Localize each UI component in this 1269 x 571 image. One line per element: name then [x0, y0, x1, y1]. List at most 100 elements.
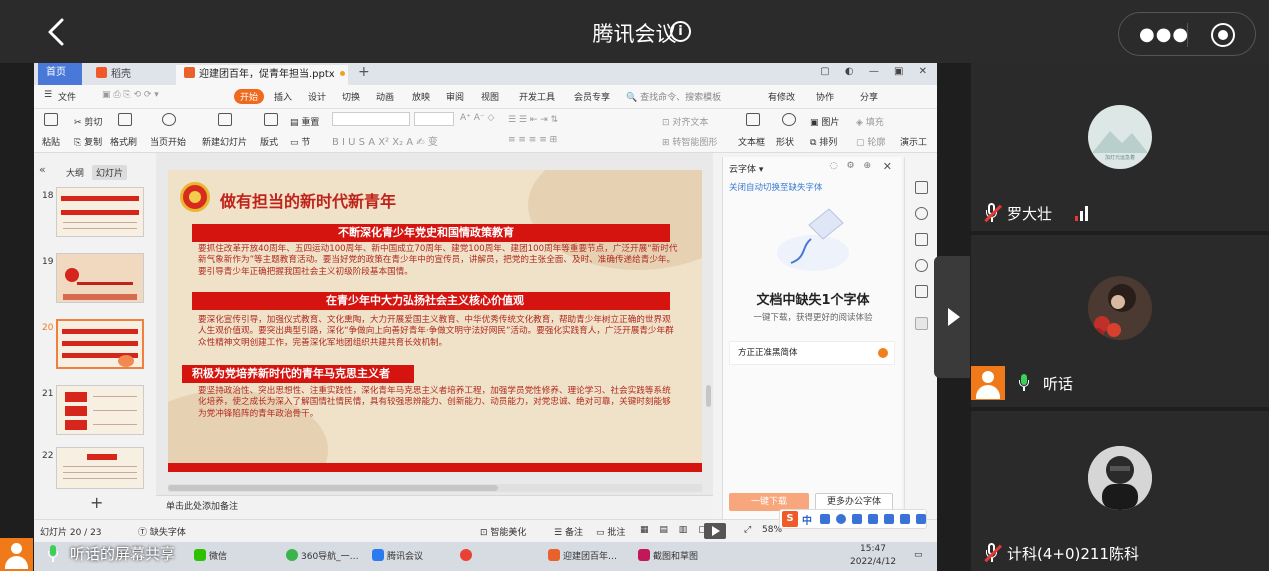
tab-slides[interactable]: 幻灯片: [92, 165, 128, 180]
textbox-icon[interactable]: [746, 113, 760, 126]
window-controls-icon[interactable]: ▢ ◐ — ▣ ✕: [820, 66, 933, 77]
disable-auto-switch-link[interactable]: 关闭自动切换至缺失字体: [729, 181, 823, 193]
menu-hamburger-icon[interactable]: ☰: [44, 90, 52, 100]
notification-icon[interactable]: ▭: [914, 550, 923, 560]
menu-review[interactable]: 审阅: [446, 90, 464, 103]
taskbar-clock-time[interactable]: 15:47: [860, 544, 886, 554]
taskbar-chrome[interactable]: [460, 549, 475, 562]
ime-emoji-icon[interactable]: [836, 514, 846, 524]
fit-window-icon[interactable]: ⤢: [744, 525, 751, 535]
taskbar-clock-date[interactable]: 2022/4/12: [850, 557, 896, 567]
command-search[interactable]: 🔍 查找命令、搜索模板: [626, 90, 721, 103]
menu-view[interactable]: 视图: [481, 90, 499, 103]
new-slide-label[interactable]: 新建幻灯片: [202, 135, 247, 148]
present-tools-label[interactable]: 演示工: [900, 135, 927, 148]
slide-thumbnail-22[interactable]: [56, 447, 144, 489]
slide-canvas[interactable]: 做有担当的新时代新青年 不断深化青少年党史和国情政策教育 要抓住改革开放40周年…: [168, 170, 702, 472]
share-button[interactable]: 分享: [860, 90, 878, 103]
format-painter-label[interactable]: 格式刷: [110, 135, 137, 148]
fill-button[interactable]: ◈ 填充: [856, 115, 884, 128]
font-family-select[interactable]: [332, 112, 410, 126]
panel-header[interactable]: 云字体 ▾: [729, 162, 763, 175]
info-icon[interactable]: i: [670, 21, 691, 42]
sogou-ime-toolbar[interactable]: S 中: [779, 509, 927, 529]
copy-panel-icon[interactable]: [915, 233, 928, 246]
format-painter-icon[interactable]: [118, 113, 132, 126]
participant-tile[interactable]: 加灯元运急着 罗大壮: [971, 63, 1269, 231]
ime-punct-icon[interactable]: [820, 514, 830, 524]
layout-icon[interactable]: [264, 113, 278, 126]
missing-font-item[interactable]: 方正正准黑简体: [729, 341, 895, 365]
copy-button[interactable]: ⎘ 复制: [74, 135, 102, 148]
help-icon[interactable]: [915, 259, 928, 272]
image-button[interactable]: ▣ 图片: [810, 115, 839, 128]
tab-daoke[interactable]: 稻壳: [88, 65, 166, 85]
horizontal-scrollbar[interactable]: [168, 484, 702, 492]
slide-thumbnail-20[interactable]: [56, 319, 144, 369]
textbox-label[interactable]: 文本框: [738, 135, 765, 148]
comments-toggle[interactable]: ▭ 批注: [596, 525, 625, 538]
quick-access-icons[interactable]: ▣ ⎙ ⎘ ⟲ ⟳ ▾: [102, 90, 159, 100]
menu-insert[interactable]: 插入: [274, 90, 292, 103]
reset-button[interactable]: ▤ 重置: [290, 115, 319, 128]
paste-label[interactable]: 粘贴: [42, 135, 60, 148]
menu-transition[interactable]: 切换: [342, 90, 360, 103]
align-icons[interactable]: ≡ ≡ ≡ ≡ ⊞: [508, 135, 557, 145]
play-from-current-icon[interactable]: [162, 113, 176, 126]
list-icons[interactable]: ☰ ☰ ⇤ ⇥ ⇅: [508, 115, 558, 125]
slide-thumbnail-19[interactable]: [56, 253, 144, 303]
menu-developer[interactable]: 开发工具: [519, 90, 555, 103]
view-mode-icons[interactable]: ▦ ▤ ▥ ▢: [640, 525, 711, 535]
play-from-current-label[interactable]: 当页开始: [150, 135, 186, 148]
expand-panel-arrow-icon[interactable]: [934, 256, 970, 378]
vertical-scrollbar[interactable]: [706, 385, 711, 407]
section-button[interactable]: ▭ 节: [290, 135, 310, 148]
ime-voice-icon[interactable]: [852, 514, 862, 524]
participant-tile[interactable]: 计科(4+0)211陈科: [971, 411, 1269, 571]
more-dots-icon[interactable]: ●●●: [1139, 24, 1189, 45]
notes-area[interactable]: 单击此处添加备注: [156, 495, 713, 519]
layout-label[interactable]: 版式: [260, 135, 278, 148]
outline-button[interactable]: ▢ 轮廓: [856, 135, 885, 148]
smart-beautify-button[interactable]: ⊡ 智能美化: [480, 525, 526, 538]
text-align-button[interactable]: ⊡ 对齐文本: [662, 115, 708, 128]
slide-thumbnail-21[interactable]: [56, 385, 144, 435]
collaborate-button[interactable]: 协作: [816, 90, 834, 103]
text-tool-icon[interactable]: [915, 317, 928, 330]
notes-toggle[interactable]: ☰ 备注: [554, 525, 583, 538]
taskbar-tencent-meeting[interactable]: 腾讯会议: [372, 549, 423, 562]
menu-member[interactable]: 会员专享: [574, 90, 610, 103]
ime-keyboard-icon[interactable]: [868, 514, 878, 524]
arrange-button[interactable]: ⧉ 排列: [810, 135, 837, 148]
pin-icon[interactable]: [915, 207, 928, 220]
new-tab-plus-icon[interactable]: +: [358, 64, 370, 80]
menu-design[interactable]: 设计: [308, 90, 326, 103]
new-slide-icon[interactable]: [218, 113, 232, 126]
paste-icon[interactable]: [44, 113, 58, 126]
ime-mode[interactable]: 中: [802, 512, 812, 527]
menu-file[interactable]: 文件: [58, 90, 76, 103]
menu-animation[interactable]: 动画: [376, 90, 394, 103]
properties-icon[interactable]: [915, 181, 928, 194]
cut-button[interactable]: ✂ 剪切: [74, 115, 102, 128]
ime-grid-icon[interactable]: [916, 514, 926, 524]
panel-tool-icons[interactable]: ◌ ⚙ ⊕: [830, 161, 874, 171]
ime-skin-icon[interactable]: [884, 514, 894, 524]
shape-icon[interactable]: [782, 113, 796, 126]
font-size-select[interactable]: [414, 112, 454, 126]
taskbar-wps-ppt[interactable]: 迎建团百年…: [548, 549, 617, 562]
scroll-thumb[interactable]: [168, 485, 498, 491]
missing-font-status[interactable]: Ⓣ 缺失字体: [138, 525, 186, 538]
text-style-icons[interactable]: B I U S A X² X₂ A ✍ 变: [332, 133, 438, 148]
font-grow-icon[interactable]: A⁺ A⁻ ◇: [460, 113, 494, 123]
play-slideshow-icon[interactable]: [704, 523, 726, 539]
menu-slideshow[interactable]: 放映: [412, 90, 430, 103]
convert-smartart-button[interactable]: ⊞ 转智能图形: [662, 135, 717, 148]
tab-document[interactable]: 迎建团百年，促青年担当.pptx: [176, 65, 348, 85]
taskbar-snip[interactable]: 截图和草图: [638, 549, 698, 562]
add-slide-plus-icon[interactable]: +: [90, 493, 103, 512]
participant-tile[interactable]: 听话: [971, 235, 1269, 407]
box-icon[interactable]: [915, 285, 928, 298]
collapse-sidebar-icon[interactable]: «: [39, 163, 46, 176]
shape-label[interactable]: 形状: [776, 135, 794, 148]
